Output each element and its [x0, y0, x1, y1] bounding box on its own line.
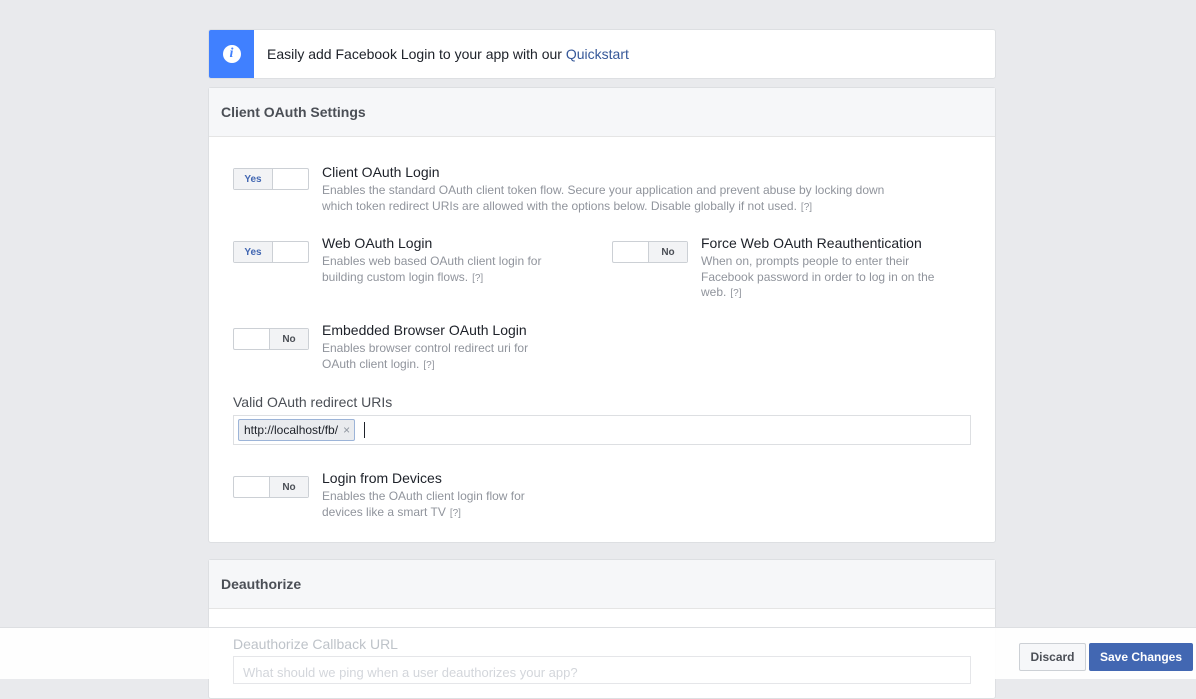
- quickstart-link[interactable]: Quickstart: [566, 46, 629, 62]
- web-oauth-login-setting: Web OAuth Login Enables web based OAuth …: [322, 235, 582, 286]
- help-link[interactable]: [?]: [472, 273, 483, 284]
- client-oauth-panel: Client OAuth Settings Yes Client OAuth L…: [208, 87, 996, 543]
- banner-message: Easily add Facebook Login to your app wi…: [267, 46, 566, 62]
- desc-line: OAuth client login.: [322, 356, 420, 371]
- quickstart-banner: i Easily add Facebook Login to your app …: [208, 29, 996, 79]
- redirect-uris-input[interactable]: http://localhost/fb/ ×: [233, 415, 971, 445]
- desc-line: When on, prompts people to enter their: [701, 254, 910, 268]
- desc-line: Enables the standard OAuth client token …: [322, 183, 885, 197]
- info-icon: i: [222, 45, 241, 63]
- login-from-devices-toggle[interactable]: No: [233, 476, 309, 498]
- toggle-state: Yes: [234, 169, 273, 189]
- toggle-state: No: [648, 242, 687, 262]
- deauthorize-callback-label: Deauthorize Callback URL: [233, 636, 398, 652]
- deauthorize-callback-input[interactable]: What should we ping when a user deauthor…: [233, 656, 971, 684]
- login-from-devices-setting: Login from Devices Enables the OAuth cli…: [322, 470, 582, 521]
- help-link[interactable]: [?]: [730, 288, 741, 299]
- embedded-browser-setting: Embedded Browser OAuth Login Enables bro…: [322, 322, 582, 373]
- desc-line: Enables web based OAuth client login for: [322, 254, 542, 268]
- help-link[interactable]: [?]: [423, 360, 434, 371]
- deauthorize-header: Deauthorize: [209, 560, 995, 609]
- setting-title: Force Web OAuth Reauthentication: [701, 235, 922, 251]
- banner-text: Easily add Facebook Login to your app wi…: [267, 46, 629, 62]
- desc-line: devices like a smart TV: [322, 504, 446, 519]
- save-bar: Deauthorize Callback URL What should we …: [0, 627, 1196, 684]
- desc-line: Facebook password in order to log in on …: [701, 269, 935, 284]
- redirect-uris-label: Valid OAuth redirect URIs: [233, 394, 393, 410]
- discard-button[interactable]: Discard: [1019, 643, 1086, 671]
- web-oauth-login-toggle[interactable]: Yes: [233, 241, 309, 263]
- redirect-uri-tag[interactable]: http://localhost/fb/ ×: [238, 419, 356, 441]
- desc-line: Enables the OAuth client login flow for: [322, 489, 525, 503]
- setting-title: Client OAuth Login: [322, 164, 440, 180]
- setting-description: Enables the standard OAuth client token …: [322, 183, 942, 215]
- info-icon-box: i: [209, 30, 254, 78]
- help-link[interactable]: [?]: [801, 202, 812, 213]
- client-oauth-login-toggle[interactable]: Yes: [233, 168, 309, 190]
- toggle-state: No: [269, 329, 308, 349]
- client-oauth-login-setting: Client OAuth Login Enables the standard …: [322, 164, 942, 215]
- force-reauth-toggle[interactable]: No: [612, 241, 688, 263]
- close-icon[interactable]: ×: [343, 423, 350, 437]
- force-reauth-setting: Force Web OAuth Reauthentication When on…: [701, 235, 961, 302]
- setting-description: Enables browser control redirect uri for…: [322, 341, 582, 373]
- help-link[interactable]: [?]: [450, 508, 461, 519]
- setting-description: When on, prompts people to enter their F…: [701, 254, 961, 302]
- setting-description: Enables the OAuth client login flow for …: [322, 489, 582, 521]
- toggle-state: Yes: [234, 242, 273, 262]
- setting-title: Embedded Browser OAuth Login: [322, 322, 527, 338]
- desc-line: web.: [701, 285, 727, 299]
- desc-line: which token redirect URIs are allowed wi…: [322, 198, 797, 213]
- tag-text: http://localhost/fb/: [244, 423, 339, 437]
- setting-title: Login from Devices: [322, 470, 442, 486]
- save-changes-button[interactable]: Save Changes: [1089, 643, 1193, 671]
- desc-line: building custom login flows.: [322, 269, 469, 284]
- desc-line: Enables browser control redirect uri for: [322, 341, 529, 355]
- text-cursor: [364, 422, 366, 438]
- setting-description: Enables web based OAuth client login for…: [322, 254, 582, 286]
- toggle-state: No: [269, 477, 308, 497]
- embedded-browser-toggle[interactable]: No: [233, 328, 309, 350]
- setting-title: Web OAuth Login: [322, 235, 433, 251]
- client-oauth-header: Client OAuth Settings: [209, 88, 995, 137]
